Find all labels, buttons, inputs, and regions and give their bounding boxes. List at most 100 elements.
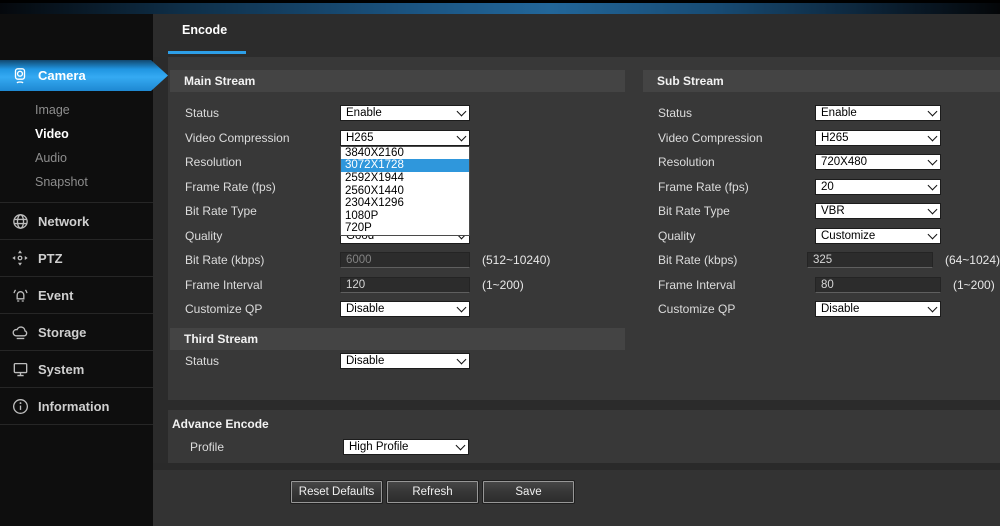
field-label: Status	[185, 106, 340, 120]
field-label: Customize QP	[658, 302, 815, 316]
sub-bit-rate-input[interactable]	[807, 252, 933, 268]
dropdown-option[interactable]: 2560X1440	[341, 185, 469, 198]
computer-icon	[9, 359, 31, 379]
sub-frame-rate-select[interactable]: 20	[815, 179, 941, 195]
profile-select[interactable]: High Profile	[343, 439, 469, 455]
alarm-bell-icon	[9, 285, 31, 305]
sub-customize-qp-select[interactable]: Disable	[815, 301, 941, 317]
sidebar-divider	[0, 424, 153, 425]
dropdown-option[interactable]: 1080P	[341, 210, 469, 223]
chevron-down-icon	[457, 303, 467, 313]
sub-bit-rate-type-select[interactable]: VBR	[815, 203, 941, 219]
main-bit-rate-input[interactable]	[340, 252, 470, 268]
sidebar-item-label: Storage	[38, 325, 86, 340]
chevron-down-icon	[928, 107, 938, 117]
resolution-dropdown-list: 3840X2160 3072X1728 2592X1944 2560X1440 …	[340, 146, 470, 236]
dropdown-option[interactable]: 720P	[341, 222, 469, 235]
sub-bit-rate-row: Bit Rate (kbps) (64~1024)	[658, 248, 1000, 273]
field-label: Resolution	[658, 155, 815, 169]
main-area: Encode Main Stream Sub Stream Third Stre…	[153, 14, 1000, 526]
sub-stream-header: Sub Stream	[643, 70, 1000, 92]
sidebar-item-label: Network	[38, 214, 89, 229]
sidebar-item-label: Information	[38, 399, 110, 414]
main-customize-qp-row: Customize QP Disable	[185, 297, 625, 322]
sidebar: Camera Image Video Audio Snapshot Networ…	[0, 14, 153, 526]
main-frame-interval-row: Frame Interval (1~200)	[185, 273, 625, 298]
sidebar-item-camera[interactable]: Camera	[0, 60, 177, 91]
dropdown-option-selected[interactable]: 3072X1728	[341, 159, 469, 172]
field-label: Bit Rate (kbps)	[185, 253, 340, 267]
field-label: Resolution	[185, 155, 340, 169]
sidebar-item-network[interactable]: Network	[0, 202, 153, 239]
field-label: Video Compression	[185, 131, 340, 145]
sidebar-item-audio[interactable]: Audio	[0, 146, 153, 170]
reset-defaults-button[interactable]: Reset Defaults	[291, 481, 382, 503]
sidebar-item-snapshot[interactable]: Snapshot	[0, 170, 153, 194]
chevron-down-icon	[457, 131, 467, 141]
sub-status-row: Status Enable	[658, 101, 1000, 126]
main-video-compression-select[interactable]: H265 3840X2160 3072X1728 2592X1944 2560X…	[340, 130, 470, 146]
sub-frame-interval-input[interactable]	[815, 277, 941, 293]
main-frame-interval-input[interactable]	[340, 277, 470, 293]
range-hint: (64~1024)	[945, 253, 1000, 267]
field-label: Bit Rate Type	[185, 204, 340, 218]
top-blue-gradient-bar	[0, 3, 1000, 14]
sub-resolution-row: Resolution 720X480	[658, 150, 1000, 175]
main-bit-rate-row: Bit Rate (kbps) (512~10240)	[185, 248, 625, 273]
chevron-down-icon	[457, 107, 467, 117]
streams-panel: Main Stream Sub Stream Third Stream Stat…	[168, 57, 1000, 400]
main-customize-qp-select[interactable]: Disable	[340, 301, 470, 317]
page: Camera Image Video Audio Snapshot Networ…	[0, 0, 1000, 526]
chevron-down-icon	[928, 205, 938, 215]
sidebar-item-ptz[interactable]: PTZ	[0, 239, 153, 276]
sidebar-item-event[interactable]: Event	[0, 276, 153, 313]
sidebar-spacer	[0, 14, 153, 60]
field-label: Customize QP	[185, 302, 340, 316]
sub-stream-form: Status Enable Video Compression H265 Res…	[658, 101, 1000, 322]
camera-submenu: Image Video Audio Snapshot	[0, 91, 153, 202]
main-stream-form: Status Enable Video Compression H265 384…	[185, 101, 625, 322]
field-label: Bit Rate (kbps)	[658, 253, 807, 267]
sub-bit-rate-type-row: Bit Rate Type VBR	[658, 199, 1000, 224]
advance-encode-panel: Advance Encode Profile High Profile	[168, 410, 1000, 463]
field-label: Frame Rate (fps)	[185, 180, 340, 194]
refresh-button[interactable]: Refresh	[387, 481, 478, 503]
third-status-select[interactable]: Disable	[340, 353, 470, 369]
camera-icon	[9, 66, 31, 86]
sub-video-compression-row: Video Compression H265	[658, 126, 1000, 151]
sidebar-item-image[interactable]: Image	[0, 98, 153, 122]
chevron-down-icon	[928, 131, 938, 141]
sub-resolution-select[interactable]: 720X480	[815, 154, 941, 170]
chevron-down-icon	[928, 180, 938, 190]
sidebar-item-information[interactable]: Information	[0, 387, 153, 424]
tab-active-underline	[168, 51, 246, 54]
sidebar-item-storage[interactable]: Storage	[0, 313, 153, 350]
sub-status-select[interactable]: Enable	[815, 105, 941, 121]
cloud-storage-icon	[9, 322, 31, 342]
advance-encode-title: Advance Encode	[172, 417, 269, 431]
tab-encode[interactable]: Encode	[182, 23, 227, 37]
dropdown-option[interactable]: 2592X1944	[341, 172, 469, 185]
field-label: Status	[658, 106, 815, 120]
range-hint: (512~10240)	[482, 253, 550, 267]
range-hint: (1~200)	[482, 278, 524, 292]
dropdown-option[interactable]: 2304X1296	[341, 197, 469, 210]
sub-quality-select[interactable]: Customize	[815, 228, 941, 244]
ptz-icon	[9, 248, 31, 268]
field-label: Quality	[658, 229, 815, 243]
field-label: Frame Interval	[185, 278, 340, 292]
sidebar-item-label: Event	[38, 288, 73, 303]
sub-video-compression-select[interactable]: H265	[815, 130, 941, 146]
main-status-select[interactable]: Enable	[340, 105, 470, 121]
third-status-row: Status Disable	[185, 349, 625, 374]
sidebar-item-video[interactable]: Video	[0, 122, 153, 146]
sidebar-item-label: System	[38, 362, 84, 377]
dropdown-option[interactable]: 3840X2160	[341, 147, 469, 160]
field-label: Quality	[185, 229, 340, 243]
field-label: Profile	[190, 440, 343, 454]
sidebar-item-system[interactable]: System	[0, 350, 153, 387]
save-button[interactable]: Save	[483, 481, 574, 503]
sub-quality-row: Quality Customize	[658, 224, 1000, 249]
chevron-down-icon	[928, 156, 938, 166]
footer	[153, 470, 1000, 526]
